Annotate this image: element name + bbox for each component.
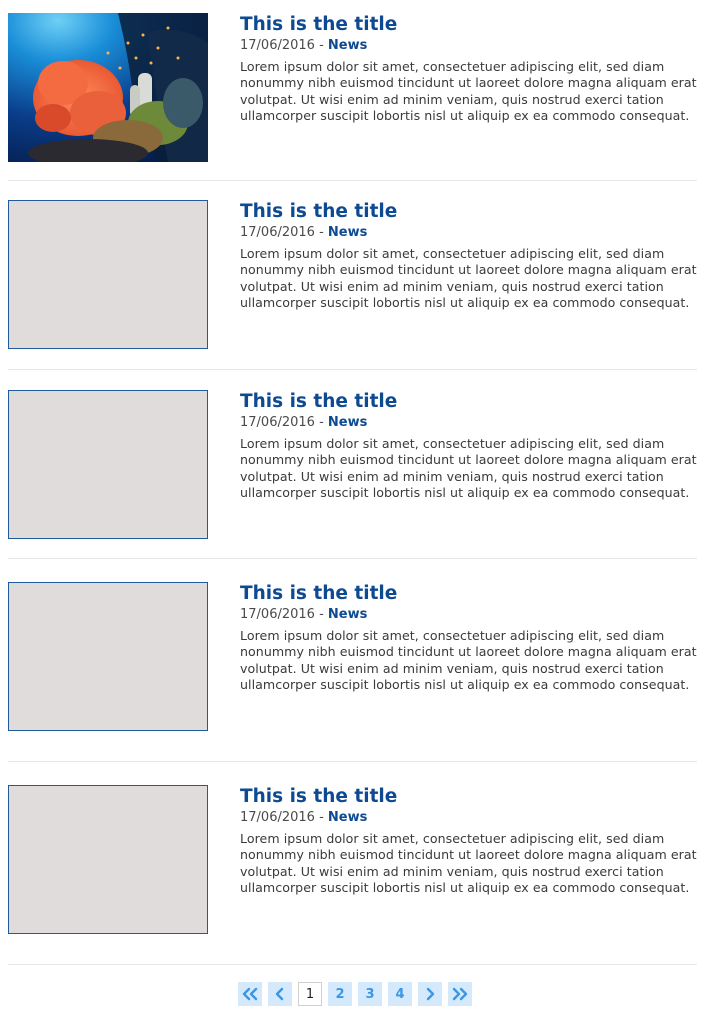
article-text: This is the title 17/06/2016 - News Lore… — [240, 785, 698, 896]
double-chevron-right-icon — [451, 987, 469, 1001]
article-thumbnail-placeholder[interactable] — [8, 582, 208, 731]
article-category-link[interactable]: News — [328, 607, 367, 622]
page-button-current[interactable]: 1 — [298, 982, 322, 1006]
divider — [8, 180, 697, 181]
previous-page-button[interactable] — [268, 982, 292, 1006]
article-title[interactable]: This is the title — [240, 390, 698, 414]
article-thumbnail[interactable] — [8, 13, 208, 162]
article-date: 17/06/2016 — [240, 38, 315, 53]
meta-separator: - — [319, 810, 324, 825]
meta-separator: - — [319, 415, 324, 430]
article-text: This is the title 17/06/2016 - News Lore… — [240, 13, 698, 124]
article-text: This is the title 17/06/2016 - News Lore… — [240, 200, 698, 311]
article-excerpt: Lorem ipsum dolor sit amet, consectetuer… — [240, 831, 697, 895]
meta-separator: - — [319, 607, 324, 622]
divider — [8, 964, 697, 965]
article-excerpt: Lorem ipsum dolor sit amet, consectetuer… — [240, 59, 697, 123]
article-title[interactable]: This is the title — [240, 13, 698, 37]
article-meta: 17/06/2016 - News — [240, 38, 698, 54]
article-text: This is the title 17/06/2016 - News Lore… — [240, 390, 698, 501]
chevron-left-icon — [274, 987, 286, 1001]
divider — [8, 761, 697, 762]
page-button[interactable]: 3 — [358, 982, 382, 1006]
article-date: 17/06/2016 — [240, 415, 315, 430]
article-meta: 17/06/2016 - News — [240, 810, 698, 826]
meta-separator: - — [319, 225, 324, 240]
article-title[interactable]: This is the title — [240, 200, 698, 224]
meta-separator: - — [319, 38, 324, 53]
first-page-button[interactable] — [238, 982, 262, 1006]
pagination: 1 2 3 4 — [238, 982, 472, 1006]
article-excerpt: Lorem ipsum dolor sit amet, consectetuer… — [240, 436, 697, 500]
article-thumbnail-placeholder[interactable] — [8, 200, 208, 349]
article-thumbnail-placeholder[interactable] — [8, 390, 208, 539]
divider — [8, 369, 697, 370]
divider — [8, 558, 697, 559]
last-page-button[interactable] — [448, 982, 472, 1006]
article-excerpt: Lorem ipsum dolor sit amet, consectetuer… — [240, 246, 697, 310]
double-chevron-left-icon — [241, 987, 259, 1001]
next-page-button[interactable] — [418, 982, 442, 1006]
article-text: This is the title 17/06/2016 - News Lore… — [240, 582, 698, 693]
article-category-link[interactable]: News — [328, 810, 367, 825]
article-thumbnail-placeholder[interactable] — [8, 785, 208, 934]
article-meta: 17/06/2016 - News — [240, 607, 698, 623]
coral-reef-image — [8, 13, 208, 162]
article-category-link[interactable]: News — [328, 38, 367, 53]
page-button[interactable]: 2 — [328, 982, 352, 1006]
article-meta: 17/06/2016 - News — [240, 225, 698, 241]
article-date: 17/06/2016 — [240, 810, 315, 825]
article-meta: 17/06/2016 - News — [240, 415, 698, 431]
article-title[interactable]: This is the title — [240, 785, 698, 809]
article-date: 17/06/2016 — [240, 225, 315, 240]
article-excerpt: Lorem ipsum dolor sit amet, consectetuer… — [240, 628, 697, 692]
page-button[interactable]: 4 — [388, 982, 412, 1006]
article-category-link[interactable]: News — [328, 415, 367, 430]
article-title[interactable]: This is the title — [240, 582, 698, 606]
article-date: 17/06/2016 — [240, 607, 315, 622]
article-category-link[interactable]: News — [328, 225, 367, 240]
chevron-right-icon — [424, 987, 436, 1001]
